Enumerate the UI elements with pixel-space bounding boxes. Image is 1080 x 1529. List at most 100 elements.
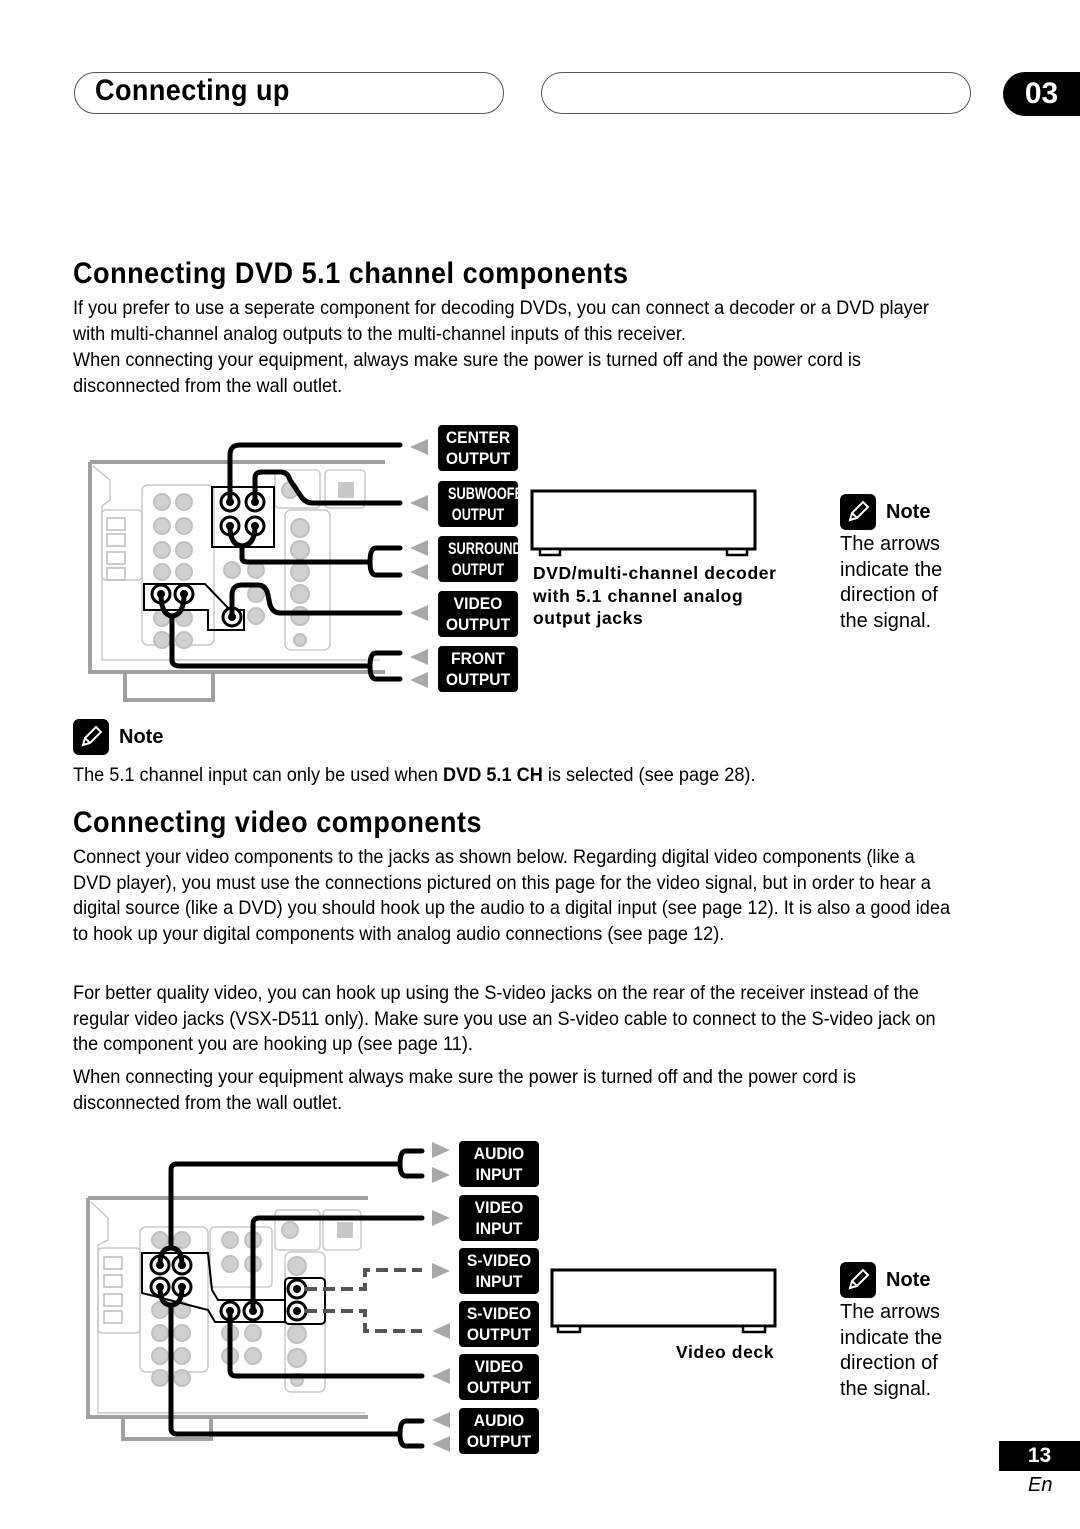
section2-paragraph-1: Connect your video components to the jac… [73,846,951,945]
arrow-right-icon [432,1167,450,1183]
cable-subwoofer [252,469,403,506]
arrow-left-icon [432,1436,450,1452]
label-line: AUDIO [473,1144,525,1163]
note-line: direction of [840,584,938,607]
chapter-badge: 03 [1003,72,1080,116]
note-text-part: is selected (see page 28). [542,764,756,786]
note-line: direction of [840,1352,938,1375]
label-line: INPUT [475,1272,523,1291]
cables [158,442,403,682]
label-line: SURROUND [448,539,522,558]
cable-svideo-input [305,1268,422,1291]
page-header-title: Connecting up [95,74,290,107]
arrow-left-icon [432,1368,450,1384]
note-header: Note [73,719,163,755]
arrow-left-icon [432,1412,450,1428]
arrow-left-icon [410,439,428,455]
optical-jack [338,482,354,498]
note-text-part: The 5.1 channel input can only be used w… [73,764,444,786]
section-heading-video: Connecting video components [73,806,483,839]
label-subwoofer-output: SUBWOOFER OUTPUT [438,481,533,527]
side-note-text: The arrows indicate the direction of the… [840,1300,942,1402]
caption-line: output jacks [533,608,644,628]
video-deck-device-icon [550,1268,777,1334]
label-line: FRONT [451,649,505,668]
note-line: the signal. [840,609,932,632]
video-deck-caption: Video deck [676,1342,775,1362]
caption-line: with 5.1 channel analog [533,585,744,606]
arrow-right-icon [432,1142,450,1158]
label-surround-output: SURROUND OUTPUT [438,536,522,582]
dvd-decoder-caption: DVD/multi-channel decoder with 5.1 chann… [533,562,777,630]
label-line: S-VIDEO [466,1251,532,1270]
note-line: indicate the [840,558,943,581]
note-label: Note [119,725,164,748]
section2-paragraph-2: For better quality video, you can hook u… [73,982,936,1056]
pencil-note-icon [840,494,876,530]
optical-jack [337,1222,353,1238]
label-line: OUTPUT [451,505,505,524]
note-label: Note [886,1268,931,1291]
note-line: The arrows [840,533,941,555]
label-svideo-output: S-VIDEO OUTPUT [459,1301,539,1347]
side-note-header: Note [840,1262,930,1298]
label-line: OUTPUT [466,1378,532,1397]
pencil-note-icon [73,719,109,755]
cable-surround [239,543,403,578]
label-line: CENTER [445,428,511,447]
note-line: indicate the [840,1326,943,1349]
label-line: AUDIO [473,1411,525,1430]
label-audio-input: AUDIO INPUT [459,1141,539,1187]
cables [157,1148,425,1449]
note-line: The arrows [840,1301,941,1323]
section2-paragraph-3: When connecting your equipment always ma… [73,1066,856,1114]
label-line: VIDEO [474,1198,524,1217]
pencil-note-icon [840,1262,876,1298]
dvd-decoder-device-icon [530,489,757,557]
label-line: OUTPUT [466,1325,532,1344]
arrow-left-icon [410,540,428,556]
label-line: OUTPUT [445,670,511,689]
label-line: OUTPUT [451,560,505,579]
label-audio-output: AUDIO OUTPUT [459,1408,539,1454]
side-note-text: The arrows indicate the direction of the… [840,532,942,634]
arrow-right-icon [432,1263,450,1279]
section1-paragraph-2: When connecting your equipment, always m… [73,349,861,397]
label-line: VIDEO [474,1357,524,1376]
label-center-output: CENTER OUTPUT [438,425,518,471]
page-number: 13 [999,1441,1080,1471]
label-line: OUTPUT [445,449,511,468]
language-code: En [1028,1474,1053,1496]
label-line: SUBWOOFER [448,484,533,503]
label-line: VIDEO [453,594,503,613]
label-line: S-VIDEO [466,1304,532,1323]
note-dvd51-text: The 5.1 channel input can only be used w… [73,763,957,789]
arrow-left-icon [432,1323,450,1339]
label-video-output: VIDEO OUTPUT [459,1354,539,1400]
label-line: INPUT [475,1219,523,1238]
signal-arrows [432,1142,450,1452]
label-video-output: VIDEO OUTPUT [438,591,518,637]
section-heading-dvd51: Connecting DVD 5.1 channel components [73,257,629,290]
label-video-input: VIDEO INPUT [459,1195,539,1241]
label-line: OUTPUT [445,615,511,634]
label-svideo-input: S-VIDEO INPUT [459,1248,539,1294]
side-note-header: Note [840,494,930,530]
label-line: OUTPUT [466,1432,532,1451]
signal-arrows [410,439,428,688]
label-front-output: FRONT OUTPUT [438,646,518,692]
note-text-bold: DVD 5.1 CH [443,764,543,786]
arrow-left-icon [410,495,428,511]
note-label: Note [886,500,931,523]
arrow-left-icon [410,649,428,665]
arrow-left-icon [410,564,428,580]
arrow-left-icon [410,672,428,688]
cable-video-output [227,1308,425,1379]
arrow-left-icon [410,605,428,621]
cable-svideo-output [305,1309,422,1333]
header-blank-pill [541,72,971,114]
label-line: INPUT [475,1165,523,1184]
section1-paragraph-1: If you prefer to use a seperate componen… [73,297,929,345]
caption-line: DVD/multi-channel decoder [533,563,777,583]
arrow-right-icon [432,1210,450,1226]
